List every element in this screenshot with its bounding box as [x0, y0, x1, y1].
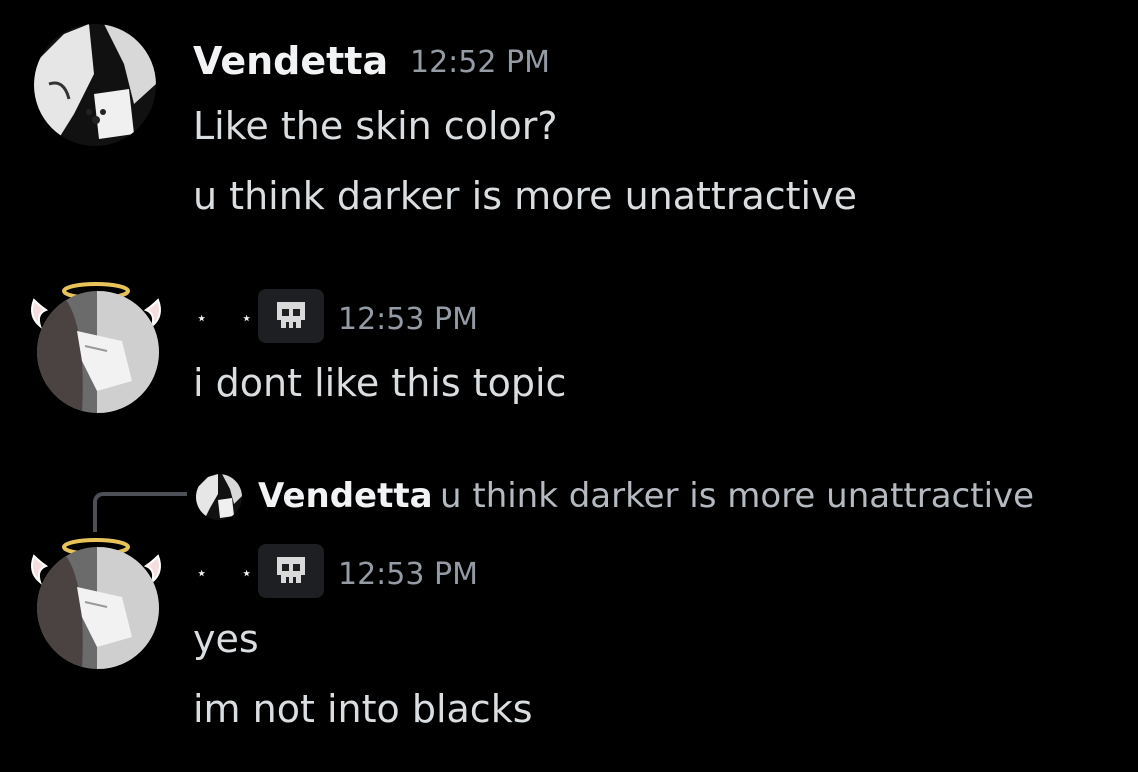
author-name-decoration[interactable]: ⋆ ⋆ [196, 310, 266, 328]
avatar-user-image [37, 547, 159, 669]
avatar-vendetta-image [34, 24, 156, 146]
reply-avatar-vendetta[interactable] [196, 474, 242, 520]
avatar-user[interactable] [37, 547, 159, 669]
skull-icon [277, 557, 305, 583]
message-timestamp: 12:53 PM [338, 557, 478, 592]
message-text: u think darker is more unattractive [193, 174, 857, 218]
role-tag[interactable] [258, 289, 324, 343]
avatar-user[interactable] [37, 291, 159, 413]
reply-avatar-image [196, 474, 242, 520]
reply-author[interactable]: Vendetta [258, 479, 433, 513]
avatar-user-image [37, 291, 159, 413]
avatar-vendetta[interactable] [34, 24, 156, 146]
message-timestamp: 12:53 PM [338, 302, 478, 337]
chat-view: Vendetta 12:52 PM Like the skin color? u… [0, 0, 1138, 772]
author-name-decoration[interactable]: ⋆ ⋆ [196, 565, 266, 583]
reply-connector [93, 492, 187, 532]
message-text: yes [193, 617, 259, 661]
message-author[interactable]: Vendetta [193, 42, 388, 80]
message-text: Like the skin color? [193, 104, 558, 148]
role-tag[interactable] [258, 544, 324, 598]
message-text: im not into blacks [193, 687, 533, 731]
message-text: i dont like this topic [193, 361, 567, 405]
skull-icon [277, 302, 305, 328]
reply-preview-text[interactable]: u think darker is more unattractive [440, 479, 1034, 513]
message-timestamp: 12:52 PM [410, 45, 550, 80]
